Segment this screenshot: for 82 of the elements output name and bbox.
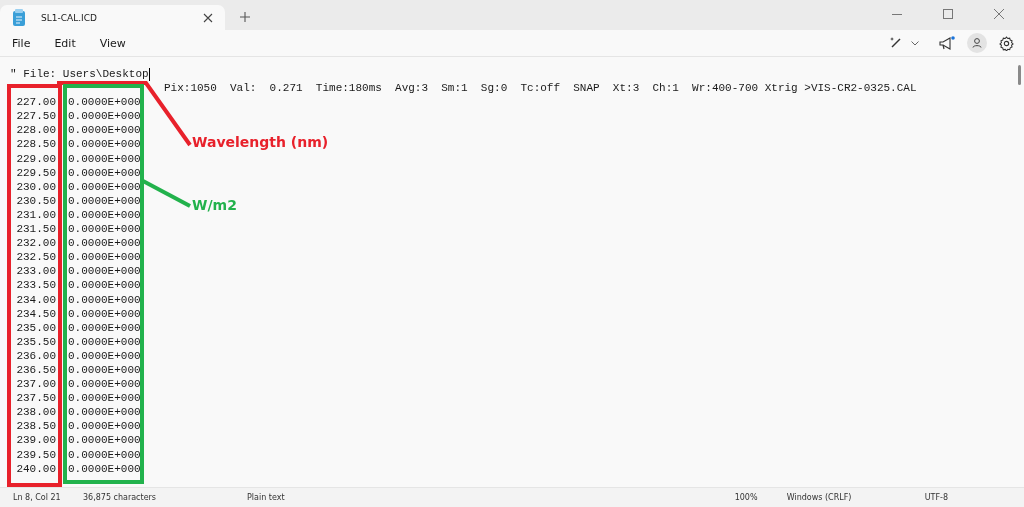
sparkle-pen-icon[interactable] xyxy=(889,36,903,50)
wavelength-value: 228.50 xyxy=(15,137,56,152)
text-caret xyxy=(148,67,150,81)
irradiance-value: 0.0000E+000 xyxy=(68,348,141,363)
wavelength-value: 233.50 xyxy=(15,278,56,293)
irradiance-value: 0.0000E+000 xyxy=(68,292,141,307)
irradiance-value: 0.0000E+000 xyxy=(68,306,141,321)
character-count: 36,875 characters xyxy=(83,493,157,502)
wavelength-value: 236.50 xyxy=(15,362,56,378)
irradiance-value: 0.0000E+000 xyxy=(68,362,141,378)
wavelength-value: 237.50 xyxy=(15,391,56,406)
irradiance-value: 0.0000E+000 xyxy=(68,207,141,223)
irradiance-value: 0.0000E+000 xyxy=(68,447,141,462)
irradiance-value: 0.0000E+000 xyxy=(68,109,141,124)
wavelength-value: 232.00 xyxy=(15,236,56,251)
menu-item[interactable]: File xyxy=(10,36,33,50)
irradiance-value: 0.0000E+000 xyxy=(68,179,141,194)
settings-icon[interactable] xyxy=(999,35,1014,51)
annotation-label: Wavelength (nm) xyxy=(192,134,329,150)
irradiance-value: 0.0000E+000 xyxy=(68,320,141,335)
irradiance-value: 0.0000E+000 xyxy=(68,391,141,406)
line-ending: Windows (CRLF) xyxy=(786,493,853,502)
wavelength-value: 231.00 xyxy=(15,207,56,223)
wavelength-value: 237.00 xyxy=(15,377,56,392)
irradiance-value: 0.0000E+000 xyxy=(68,137,141,152)
wavelength-value: 234.00 xyxy=(15,292,56,307)
wavelength-value: 232.50 xyxy=(15,250,56,265)
irradiance-value: 0.0000E+000 xyxy=(68,334,141,349)
text-line: Pix:1050 Val: 0.271 Time:180ms Avg:3 Sm:1 Sg:0 Tc:off SNAP Xt:3 Ch:1 Wr:400-700 Xtrig >VIS-CR2-0325.CAL xyxy=(164,81,917,96)
wavelength-value: 233.00 xyxy=(15,264,56,279)
notepad-icon xyxy=(12,8,26,27)
file-format: Plain text xyxy=(247,493,285,502)
irradiance-value: 0.0000E+000 xyxy=(68,419,141,434)
irradiance-value: 0.0000E+000 xyxy=(68,165,141,180)
scrollbar-thumb[interactable] xyxy=(1018,65,1021,85)
irradiance-value: 0.0000E+000 xyxy=(68,222,141,237)
wavelength-value: 230.50 xyxy=(15,193,56,208)
wavelength-value: 239.00 xyxy=(15,433,56,448)
irradiance-value: 0.0000E+000 xyxy=(68,377,141,392)
wavelength-value: 236.00 xyxy=(15,348,56,363)
irradiance-value: 0.0000E+000 xyxy=(68,264,141,279)
irradiance-value: 0.0000E+000 xyxy=(68,123,141,138)
close-icon[interactable] xyxy=(994,9,1004,19)
encoding: UTF-8 xyxy=(924,493,948,502)
tab-title: SL1-CAL.ICD xyxy=(41,12,98,23)
new-tab-icon[interactable] xyxy=(240,12,250,22)
irradiance-value: 0.0000E+000 xyxy=(68,250,141,265)
tab[interactable]: SL1-CAL.ICD xyxy=(0,5,225,30)
wavelength-value: 227.50 xyxy=(15,109,56,124)
irradiance-value: 0.0000E+000 xyxy=(68,193,141,208)
irradiance-value: 0.0000E+000 xyxy=(68,405,141,420)
account-icon[interactable] xyxy=(967,33,987,53)
irradiance-value: 0.0000E+000 xyxy=(68,236,141,251)
wavelength-value: 234.50 xyxy=(15,306,56,321)
menu-item[interactable]: View xyxy=(97,36,128,50)
megaphone-icon[interactable] xyxy=(939,35,955,51)
irradiance-value: 0.0000E+000 xyxy=(68,461,141,476)
menu-item[interactable]: Edit xyxy=(52,36,78,50)
irradiance-value: 0.0000E+000 xyxy=(68,278,141,293)
wavelength-value: 239.50 xyxy=(15,447,56,462)
irradiance-value: 0.0000E+000 xyxy=(68,433,141,448)
wavelength-value: 228.00 xyxy=(15,123,56,138)
text-line: " File: Users\Desktop xyxy=(10,67,149,82)
wavelength-value: 231.50 xyxy=(15,222,56,237)
cursor-position: Ln 8, Col 21 xyxy=(13,493,62,502)
wavelength-value: 229.50 xyxy=(15,165,56,180)
irradiance-value: 0.0000E+000 xyxy=(68,151,141,166)
leader-line xyxy=(142,179,191,208)
wavelength-value: 235.00 xyxy=(15,320,56,335)
wavelength-value: 238.00 xyxy=(15,405,56,420)
maximize-icon[interactable] xyxy=(943,9,953,19)
chevron-down-icon[interactable] xyxy=(911,40,919,46)
irradiance-value: 0.0000E+000 xyxy=(68,95,141,110)
close-tab-icon[interactable] xyxy=(203,12,213,23)
annotation-label: W/m2 xyxy=(192,197,237,213)
wavelength-value: 230.00 xyxy=(15,179,56,194)
wavelength-value: 235.50 xyxy=(15,334,56,349)
wavelength-value: 229.00 xyxy=(15,151,56,166)
zoom-level: 100% xyxy=(734,493,759,502)
wavelength-value: 240.00 xyxy=(15,461,56,476)
wavelength-value: 238.50 xyxy=(15,419,56,434)
wavelength-value: 227.00 xyxy=(15,95,56,110)
